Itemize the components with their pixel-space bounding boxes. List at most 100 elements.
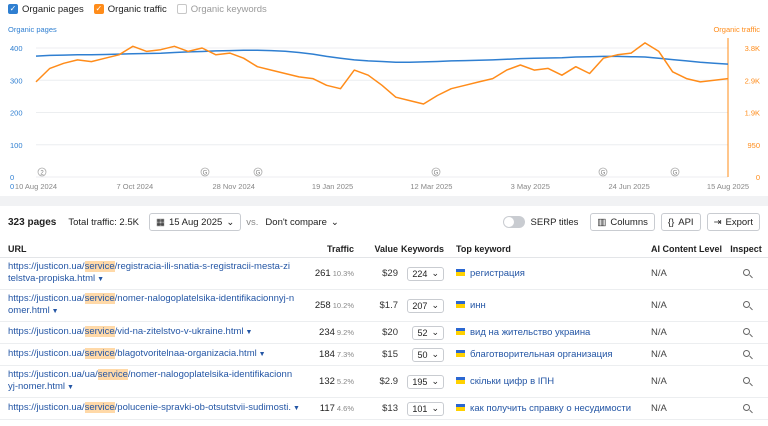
caret-down-icon[interactable]: ▼ [291, 405, 300, 412]
header-traffic[interactable]: Traffic [300, 244, 358, 254]
top-keyword-cell: благотворительная организация [448, 349, 648, 360]
keywords-dropdown[interactable]: 50 ⌄ [412, 347, 444, 362]
left-tick-label: 0 [10, 173, 14, 182]
serp-titles-toggle[interactable] [502, 216, 525, 228]
table-row: https://justicon.ua/ua/service/nomer-nal… [0, 366, 768, 398]
url-link[interactable]: https://justicon.ua/service/nomer-nalogo… [8, 293, 294, 316]
checkbox-checked-icon[interactable]: ✓ [8, 4, 18, 14]
top-keyword-cell: регистрация [448, 268, 648, 279]
top-keyword-link[interactable]: скільки цифр в ІПН [470, 376, 554, 387]
table-header: URL Traffic Value Keywords Top keyword A… [0, 240, 768, 258]
legend-organic-traffic-label: Organic traffic [107, 3, 167, 15]
checkbox-checked-icon[interactable]: ✓ [93, 4, 104, 14]
keywords-dropdown[interactable]: 207 ⌄ [407, 298, 444, 313]
url-highlight: service [84, 402, 115, 413]
chevron-down-icon: ⌄ [431, 268, 439, 278]
keywords-dropdown[interactable]: 224 ⌄ [407, 266, 444, 281]
inspect-cell [724, 403, 768, 414]
keywords-count: 52 [417, 327, 428, 338]
top-keyword-link[interactable]: вид на жительство украина [470, 327, 590, 338]
chart-svg: Organic pages Organic traffic 400 300 200 100… [8, 25, 760, 191]
organic-traffic-line [35, 42, 729, 105]
left-tick-label: 400 [10, 44, 23, 53]
search-icon[interactable] [742, 377, 750, 384]
url-link[interactable]: https://justicon.ua/ua/service/nomer-nal… [8, 369, 292, 392]
keywords-dropdown[interactable]: 101 ⌄ [407, 401, 444, 416]
left-tick-label: 100 [10, 141, 23, 150]
value-cell: $1.7 [379, 300, 399, 311]
url-part: https://justicon.ua/ [8, 348, 85, 359]
caret-down-icon[interactable]: ▼ [65, 384, 74, 391]
traffic-percent: 7.3% [336, 350, 354, 359]
legend-organic-keywords[interactable]: Organic keywords [176, 3, 267, 15]
url-highlight: service [84, 348, 115, 359]
inspect-cell [724, 376, 768, 387]
right-tick-label: 0 [756, 173, 760, 182]
search-icon[interactable] [742, 350, 750, 357]
url-link[interactable]: https://justicon.ua/service/vid-na-zitel… [8, 326, 252, 337]
caret-down-icon[interactable]: ▼ [244, 329, 252, 336]
top-keyword-link[interactable]: регистрация [470, 268, 525, 279]
compare-label: Don't compare [265, 216, 327, 228]
date-picker-button[interactable]: ▦ 15 Aug 2025 ⌄ [148, 213, 242, 231]
url-link[interactable]: https://justicon.ua/service/polucenie-sp… [8, 402, 300, 413]
ukraine-flag-icon [456, 376, 465, 384]
api-button[interactable]: {} API [660, 213, 701, 231]
keywords-count: 224 [412, 268, 428, 279]
keywords-cell: 50 ⌄ [398, 347, 448, 362]
value-cell: $29 [382, 268, 398, 279]
pages-count: 323 pages [8, 216, 57, 228]
annotation-marker-label: G [203, 171, 208, 177]
x-tick-label: 3 May 2025 [511, 182, 550, 191]
top-keyword-cell: скільки цифр в ІПН [448, 376, 648, 387]
chevron-down-icon: ⌄ [431, 376, 439, 386]
caret-down-icon[interactable]: ▼ [257, 351, 266, 358]
right-axis-title: Organic traffic [713, 25, 760, 34]
legend-organic-traffic[interactable]: ✓ Organic traffic [93, 3, 167, 15]
date-label: 15 Aug 2025 [168, 216, 223, 228]
url-part: https://justicon.ua/ [8, 402, 85, 413]
url-link[interactable]: https://justicon.ua/service/registracia-… [8, 261, 290, 284]
header-keywords[interactable]: Keywords [398, 244, 448, 254]
traffic-percent: 10.2% [332, 301, 354, 310]
table-row: https://justicon.ua/service/nomer-nalogo… [0, 290, 768, 322]
top-keyword-cell: вид на жительство украина [448, 327, 648, 338]
header-value[interactable]: Value [358, 244, 398, 254]
top-keyword-link[interactable]: как получить справку о несудимости [470, 403, 631, 414]
legend-organic-pages[interactable]: ✓ Organic pages [8, 4, 84, 15]
search-icon[interactable] [742, 404, 750, 411]
x-tick-label: 19 Jan 2025 [312, 182, 353, 191]
caret-down-icon[interactable]: ▼ [95, 276, 104, 283]
top-keyword-link[interactable]: благотворительная организация [470, 349, 613, 360]
url-part: https://justicon.ua/ [8, 261, 85, 272]
export-button[interactable]: ⇥ Export [706, 213, 760, 231]
ai-content-cell: N/A [651, 349, 667, 360]
header-top-keyword[interactable]: Top keyword [448, 244, 648, 254]
top-keyword-link[interactable]: инн [470, 300, 486, 311]
url-part: https://justicon.ua/ua/ [8, 369, 98, 380]
url-part: yj-nomer.html [8, 381, 66, 392]
keywords-dropdown[interactable]: 52 ⌄ [412, 325, 444, 340]
keywords-dropdown[interactable]: 195 ⌄ [407, 374, 444, 389]
columns-button[interactable]: ▥ Columns [590, 213, 655, 231]
header-ai-content[interactable]: AI Content Level [648, 244, 724, 254]
inspect-cell [724, 300, 768, 311]
url-link[interactable]: https://justicon.ua/service/blagotvorite… [8, 348, 266, 359]
columns-icon: ▥ [597, 216, 607, 228]
header-inspect: Inspect [730, 243, 762, 254]
organic-pages-line [35, 49, 729, 65]
legend-organic-keywords-label: Organic keywords [190, 3, 267, 15]
caret-down-icon[interactable]: ▼ [50, 308, 59, 315]
ukraine-flag-icon [456, 349, 465, 357]
search-icon[interactable] [742, 269, 750, 276]
ukraine-flag-icon [456, 403, 465, 411]
checkbox-unchecked-icon[interactable] [176, 4, 187, 14]
annotation-marker-label: G [434, 171, 439, 177]
x-tick-label: 7 Oct 2024 [117, 182, 154, 191]
header-url[interactable]: URL [0, 244, 300, 254]
search-icon[interactable] [742, 301, 750, 308]
search-icon[interactable] [742, 328, 750, 335]
compare-dropdown[interactable]: Don't compare ⌄ [263, 213, 341, 231]
url-part: /nomer-nalogoplatelsika-identifikacionn [127, 369, 293, 380]
url-part: omer.html [8, 305, 50, 316]
